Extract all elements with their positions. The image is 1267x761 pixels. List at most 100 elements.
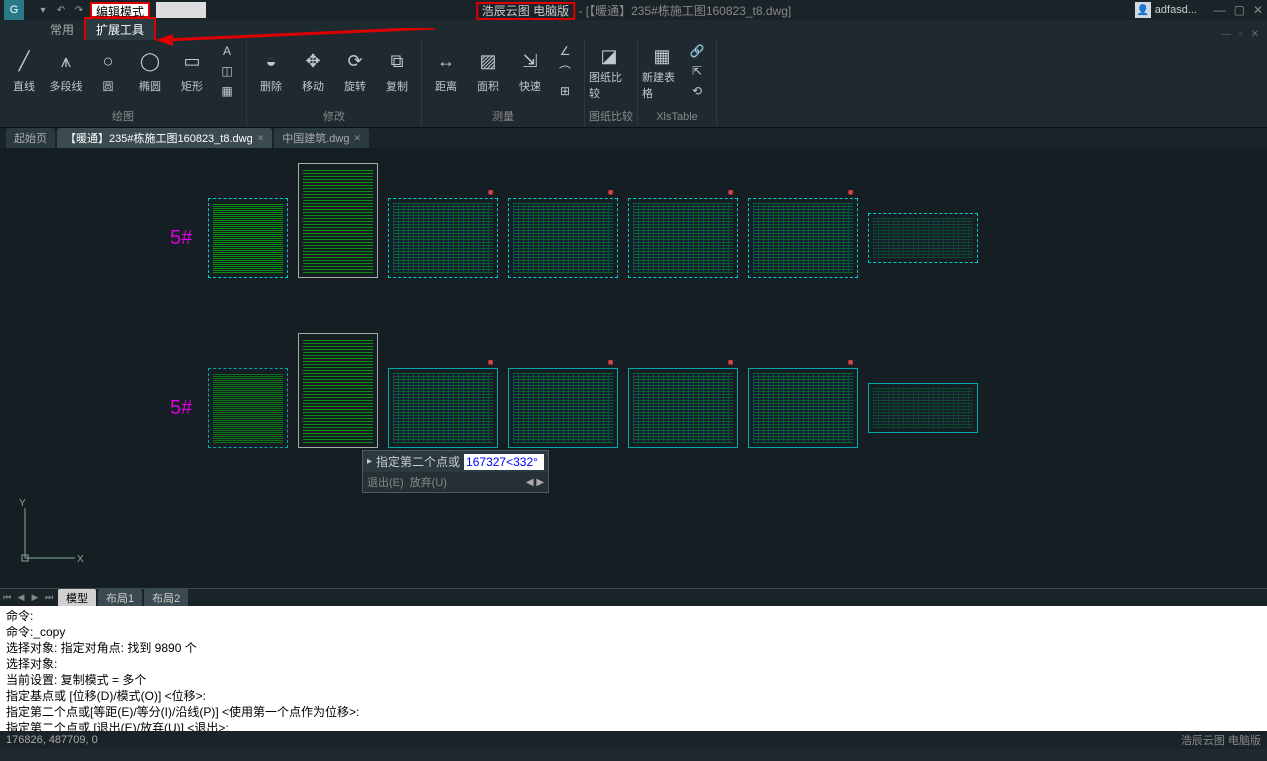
tool-polyline[interactable]: ⩚多段线: [46, 42, 86, 100]
group-label-draw: 绘图: [4, 109, 242, 125]
layout-tab-layout1[interactable]: 布局1: [98, 589, 142, 607]
layout-tab-model[interactable]: 模型: [58, 589, 96, 607]
mode-input[interactable]: [156, 2, 206, 18]
doc-tab-active[interactable]: 【暖通】235#栋施工图160823_t8.dwg✕: [57, 128, 272, 148]
hatch-icon[interactable]: ▦: [214, 82, 240, 100]
area-icon: ▨: [473, 46, 503, 76]
dyn-nav-arrows[interactable]: ◀ ▶: [526, 477, 544, 488]
tool-dwg-compare[interactable]: ◪图纸比较: [589, 42, 629, 100]
dwg-block[interactable]: [298, 163, 378, 278]
cmd-line: 指定第二个点或 [退出(E)/放弃(U)] <退出>:: [6, 720, 1261, 731]
tab-extend-tools[interactable]: 扩展工具: [84, 17, 156, 40]
minimize-icon[interactable]: —: [1214, 3, 1226, 17]
ucs-icon: Y X: [15, 498, 85, 568]
cmd-line: 当前设置: 复制模式 = 多个: [6, 672, 1261, 688]
dynamic-input: ▸ 指定第二个点或 退出(E) 放弃(U) ◀ ▶: [362, 450, 549, 493]
tool-move[interactable]: ✥移动: [293, 42, 333, 100]
copy-icon: ⧉: [382, 46, 412, 76]
id-icon[interactable]: ⊞: [552, 82, 578, 100]
mode-label[interactable]: 编辑模式: [90, 2, 150, 18]
layout-tab-layout2[interactable]: 布局2: [144, 589, 188, 607]
layout-nav-last-icon[interactable]: ⏭: [42, 591, 56, 605]
group-label-dwgcompare: 图纸比较: [589, 109, 633, 125]
xls-update-icon[interactable]: ⟲: [684, 82, 710, 100]
doc-tab-start[interactable]: 起始页: [6, 128, 55, 148]
dwg-block[interactable]: [208, 368, 288, 448]
redo-icon[interactable]: ↷: [72, 3, 86, 17]
angle-icon[interactable]: ∠: [552, 42, 578, 60]
cmd-line: 命令:: [6, 608, 1261, 624]
status-brand: 浩辰云图 电脑版: [1181, 732, 1261, 748]
app-logo[interactable]: G: [4, 0, 24, 20]
dwg-block[interactable]: ■: [508, 198, 618, 278]
compare-icon: ◪: [594, 46, 624, 67]
tab-common[interactable]: 常用: [40, 19, 84, 40]
dyn-opt-exit[interactable]: 退出(E): [367, 474, 404, 490]
quick-icon: ⇲: [515, 46, 545, 76]
table-icon: ▦: [647, 46, 677, 67]
tool-circle[interactable]: ○圆: [88, 42, 128, 100]
drawing-canvas[interactable]: 5# ■ ■ ■ ■ 5# ■ ■ ■ ■ ▸ 指定第二个点或 退出(E) 放弃…: [0, 148, 1267, 588]
tool-area[interactable]: ▨面积: [468, 42, 508, 100]
close-tab-icon[interactable]: ✕: [257, 133, 265, 144]
tool-erase[interactable]: ◒删除: [251, 42, 291, 100]
ribbon-group-measure: ↔距离 ▨面积 ⇲快速 ∠ ⌒ ⊞ 测量: [422, 40, 585, 127]
qat-dropdown-icon[interactable]: ▾: [36, 3, 50, 17]
mdi-minimize-icon[interactable]: —: [1221, 29, 1231, 40]
undo-icon[interactable]: ↶: [54, 3, 68, 17]
doc-tab-other[interactable]: 中国建筑.dwg✕: [274, 128, 369, 148]
tool-ellipse[interactable]: ◯椭圆: [130, 42, 170, 100]
tool-rotate[interactable]: ⟳旋转: [335, 42, 375, 100]
dwg-block[interactable]: ■: [388, 198, 498, 278]
tool-copy[interactable]: ⧉复制: [377, 42, 417, 100]
mdi-restore-icon[interactable]: ▫: [1239, 29, 1243, 40]
ribbon-group-modify: ◒删除 ✥移动 ⟳旋转 ⧉复制 修改: [247, 40, 422, 127]
ribbon-group-dwgcompare: ◪图纸比较 图纸比较: [585, 40, 638, 127]
arc-icon[interactable]: ⌒: [552, 62, 578, 80]
mdi-close-icon[interactable]: ✕: [1251, 29, 1259, 40]
row-label: 5#: [170, 227, 192, 250]
group-label-modify: 修改: [251, 109, 417, 125]
command-window[interactable]: 命令: 命令:_copy 选择对象: 指定对角点: 找到 9890 个 选择对象…: [0, 606, 1267, 731]
title-bar: G ▾ ↶ ↷ 编辑模式 浩辰云图 电脑版 - [【暖通】235#栋施工图160…: [0, 0, 1267, 20]
xls-extra-stack: 🔗 ⇱ ⟲: [684, 42, 712, 100]
xls-link-icon[interactable]: 🔗: [684, 42, 710, 60]
dyn-opt-abandon[interactable]: 放弃(U): [410, 474, 447, 490]
tool-distance[interactable]: ↔距离: [426, 42, 466, 100]
dwg-block[interactable]: ■: [388, 368, 498, 448]
dwg-block[interactable]: ■: [748, 368, 858, 448]
text-icon[interactable]: A: [214, 42, 240, 60]
insert-icon[interactable]: ◫: [214, 62, 240, 80]
layout-nav-next-icon[interactable]: ▶: [28, 591, 42, 605]
dwg-block[interactable]: ■: [748, 198, 858, 278]
measure-extra-stack: ∠ ⌒ ⊞: [552, 42, 580, 100]
svg-text:Y: Y: [19, 498, 26, 509]
dwg-block[interactable]: [868, 213, 978, 263]
line-icon: ╱: [9, 46, 39, 76]
tool-quick[interactable]: ⇲快速: [510, 42, 550, 100]
dwg-block[interactable]: ■: [628, 368, 738, 448]
tool-line[interactable]: ╱直线: [4, 42, 44, 100]
dwg-block[interactable]: [868, 383, 978, 433]
dyn-prompt-icon: ▸: [367, 456, 372, 467]
dwg-block[interactable]: [208, 198, 288, 278]
layout-nav-first-icon[interactable]: ⏮: [0, 591, 14, 605]
xls-export-icon[interactable]: ⇱: [684, 62, 710, 80]
group-label-measure: 测量: [426, 109, 580, 125]
drawing-row-bottom: 5# ■ ■ ■ ■: [170, 368, 978, 448]
dyn-value-input[interactable]: [464, 454, 544, 470]
mdi-window-controls: — ▫ ✕: [1221, 29, 1259, 40]
draw-extra-stack: A ◫ ▦: [214, 42, 242, 100]
quick-access-toolbar: ▾ ↶ ↷ 编辑模式: [36, 2, 206, 18]
dwg-block[interactable]: ■: [628, 198, 738, 278]
close-icon[interactable]: ✕: [1253, 3, 1263, 17]
dwg-block[interactable]: ■: [508, 368, 618, 448]
user-account[interactable]: 👤 adfasd...: [1135, 2, 1197, 18]
tool-new-table[interactable]: ▦新建表格: [642, 42, 682, 100]
maximize-icon[interactable]: ▢: [1234, 3, 1245, 17]
dwg-block[interactable]: [298, 333, 378, 448]
distance-icon: ↔: [431, 46, 461, 76]
close-tab-icon[interactable]: ✕: [354, 133, 362, 144]
tool-rectangle[interactable]: ▭矩形: [172, 42, 212, 100]
layout-nav-prev-icon[interactable]: ◀: [14, 591, 28, 605]
